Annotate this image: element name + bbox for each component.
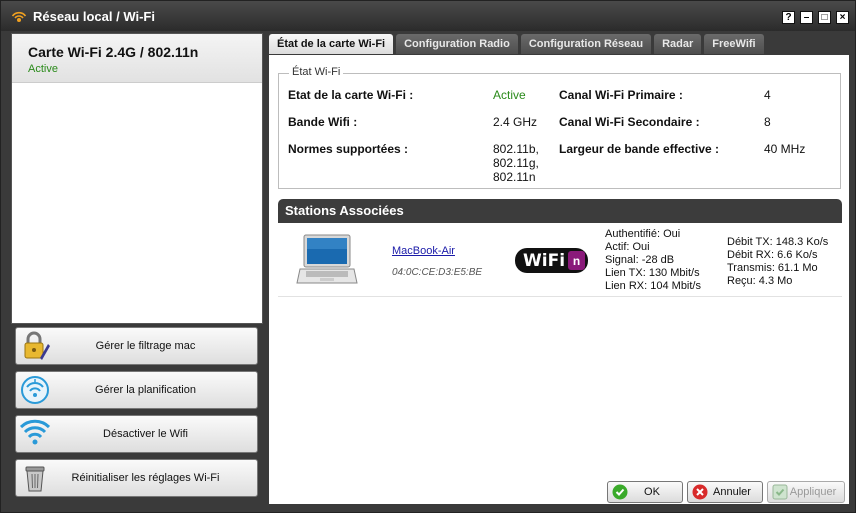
action-label: Gérer la planification — [95, 384, 196, 396]
tab-card-state[interactable]: État de la carte Wi-Fi — [269, 34, 394, 54]
primary-channel-label: Canal Wi-Fi Primaire : — [559, 88, 683, 102]
title-bar[interactable]: Réseau local / Wi-Fi ? – □ × — [1, 1, 855, 31]
norms-value-g: 802.11g, — [493, 156, 539, 170]
action-label: Gérer le filtrage mac — [95, 340, 196, 352]
ok-button[interactable]: OK — [607, 481, 683, 503]
norms-label: Normes supportées : — [288, 142, 409, 156]
tab-bar: État de la carte Wi-Fi Configuration Rad… — [269, 34, 764, 54]
station-transmitted: Transmis: 61.1 Mo — [727, 262, 818, 274]
tab-radio-config[interactable]: Configuration Radio — [396, 34, 518, 54]
checkmark-icon — [612, 484, 628, 500]
card-state-label: Etat de la carte Wi-Fi : — [288, 88, 414, 102]
band-label: Bande Wifi : — [288, 115, 358, 129]
station-received: Reçu: 4.3 Mo — [727, 275, 793, 287]
station-info: Authentifié: Oui Actif: Oui Signal: -28 … — [605, 228, 701, 293]
laptop-icon — [296, 234, 358, 284]
wifi-clock-icon — [18, 373, 52, 407]
close-button[interactable]: × — [836, 11, 849, 24]
station-mac: 04:0C:CE:D3:E5:BE — [392, 267, 483, 278]
secondary-channel-label: Canal Wi-Fi Secondaire : — [559, 115, 700, 129]
card-list-panel: Carte Wi-Fi 2.4G / 802.11n Active — [11, 33, 263, 324]
group-legend: État Wi-Fi — [289, 66, 344, 78]
tab-freewifi[interactable]: FreeWifi — [704, 34, 764, 54]
trash-can-icon — [18, 461, 52, 495]
card-state-value: Active — [493, 88, 526, 102]
ok-label: OK — [644, 486, 660, 498]
window-controls: ? – □ × — [782, 11, 849, 24]
stations-header: Stations Associées — [278, 199, 842, 223]
station-row[interactable]: MacBook-Air 04:0C:CE:D3:E5:BE WiFi n Aut… — [278, 223, 842, 297]
tab-network-config[interactable]: Configuration Réseau — [520, 34, 652, 54]
wifi-badge-n: n — [568, 251, 586, 270]
lock-pencil-icon — [18, 329, 52, 363]
station-auth: Authentifié: Oui — [605, 228, 681, 240]
station-link-rx: Lien RX: 104 Mbit/s — [605, 280, 701, 292]
apply-button[interactable]: Appliquer — [767, 481, 845, 503]
card-name: Carte Wi-Fi 2.4G / 802.11n — [28, 44, 199, 60]
station-traffic: Débit TX: 148.3 Ko/s Débit RX: 6.6 Ko/s … — [727, 236, 828, 288]
manage-schedule-button[interactable]: Gérer la planification — [15, 371, 258, 409]
wifi-window: Réseau local / Wi-Fi ? – □ × Carte Wi-Fi… — [0, 0, 856, 513]
norms-value-n: 802.11n — [493, 170, 536, 184]
cancel-button[interactable]: Annuler — [687, 481, 763, 503]
apply-icon — [772, 484, 788, 500]
wifi-status-group: État Wi-Fi Etat de la carte Wi-Fi : Acti… — [278, 66, 841, 189]
wifi-n-badge: WiFi n — [515, 248, 589, 273]
station-tx-rate: Débit TX: 148.3 Ko/s — [727, 236, 829, 248]
cancel-icon — [692, 484, 708, 500]
wifi-icon — [18, 417, 52, 451]
band-value: 2.4 GHz — [493, 115, 538, 129]
action-label: Désactiver le Wifi — [103, 428, 188, 440]
manage-mac-filter-button[interactable]: Gérer le filtrage mac — [15, 327, 258, 365]
card-list-item[interactable]: Carte Wi-Fi 2.4G / 802.11n Active — [12, 34, 262, 83]
station-link-tx: Lien TX: 130 Mbit/s — [605, 267, 700, 279]
wifi-badge-text: WiFi — [523, 250, 566, 271]
bandwidth-label: Largeur de bande effective : — [559, 142, 720, 156]
tab-radar[interactable]: Radar — [654, 34, 702, 54]
cancel-label: Annuler — [713, 486, 751, 498]
station-active: Actif: Oui — [605, 241, 650, 253]
help-button[interactable]: ? — [782, 11, 795, 24]
norms-value-b: 802.11b, — [493, 142, 539, 156]
primary-channel-value: 4 — [764, 88, 771, 102]
tab-content: État Wi-Fi Etat de la carte Wi-Fi : Acti… — [269, 55, 849, 504]
action-label: Réinitialiser les réglages Wi-Fi — [71, 472, 220, 484]
reset-wifi-settings-button[interactable]: Réinitialiser les réglages Wi-Fi — [15, 459, 258, 497]
maximize-button[interactable]: □ — [818, 11, 831, 24]
card-status: Active — [28, 63, 58, 75]
apply-label: Appliquer — [789, 486, 837, 498]
wifi-broadcast-icon — [11, 11, 27, 22]
station-device-link[interactable]: MacBook-Air — [392, 245, 455, 257]
window-title: Réseau local / Wi-Fi — [33, 8, 155, 24]
station-rx-rate: Débit RX: 6.6 Ko/s — [727, 249, 818, 261]
disable-wifi-button[interactable]: Désactiver le Wifi — [15, 415, 258, 453]
bandwidth-value: 40 MHz — [764, 142, 806, 156]
minimize-button[interactable]: – — [800, 11, 813, 24]
station-signal: Signal: -28 dB — [605, 254, 675, 266]
secondary-channel-value: 8 — [764, 115, 771, 129]
